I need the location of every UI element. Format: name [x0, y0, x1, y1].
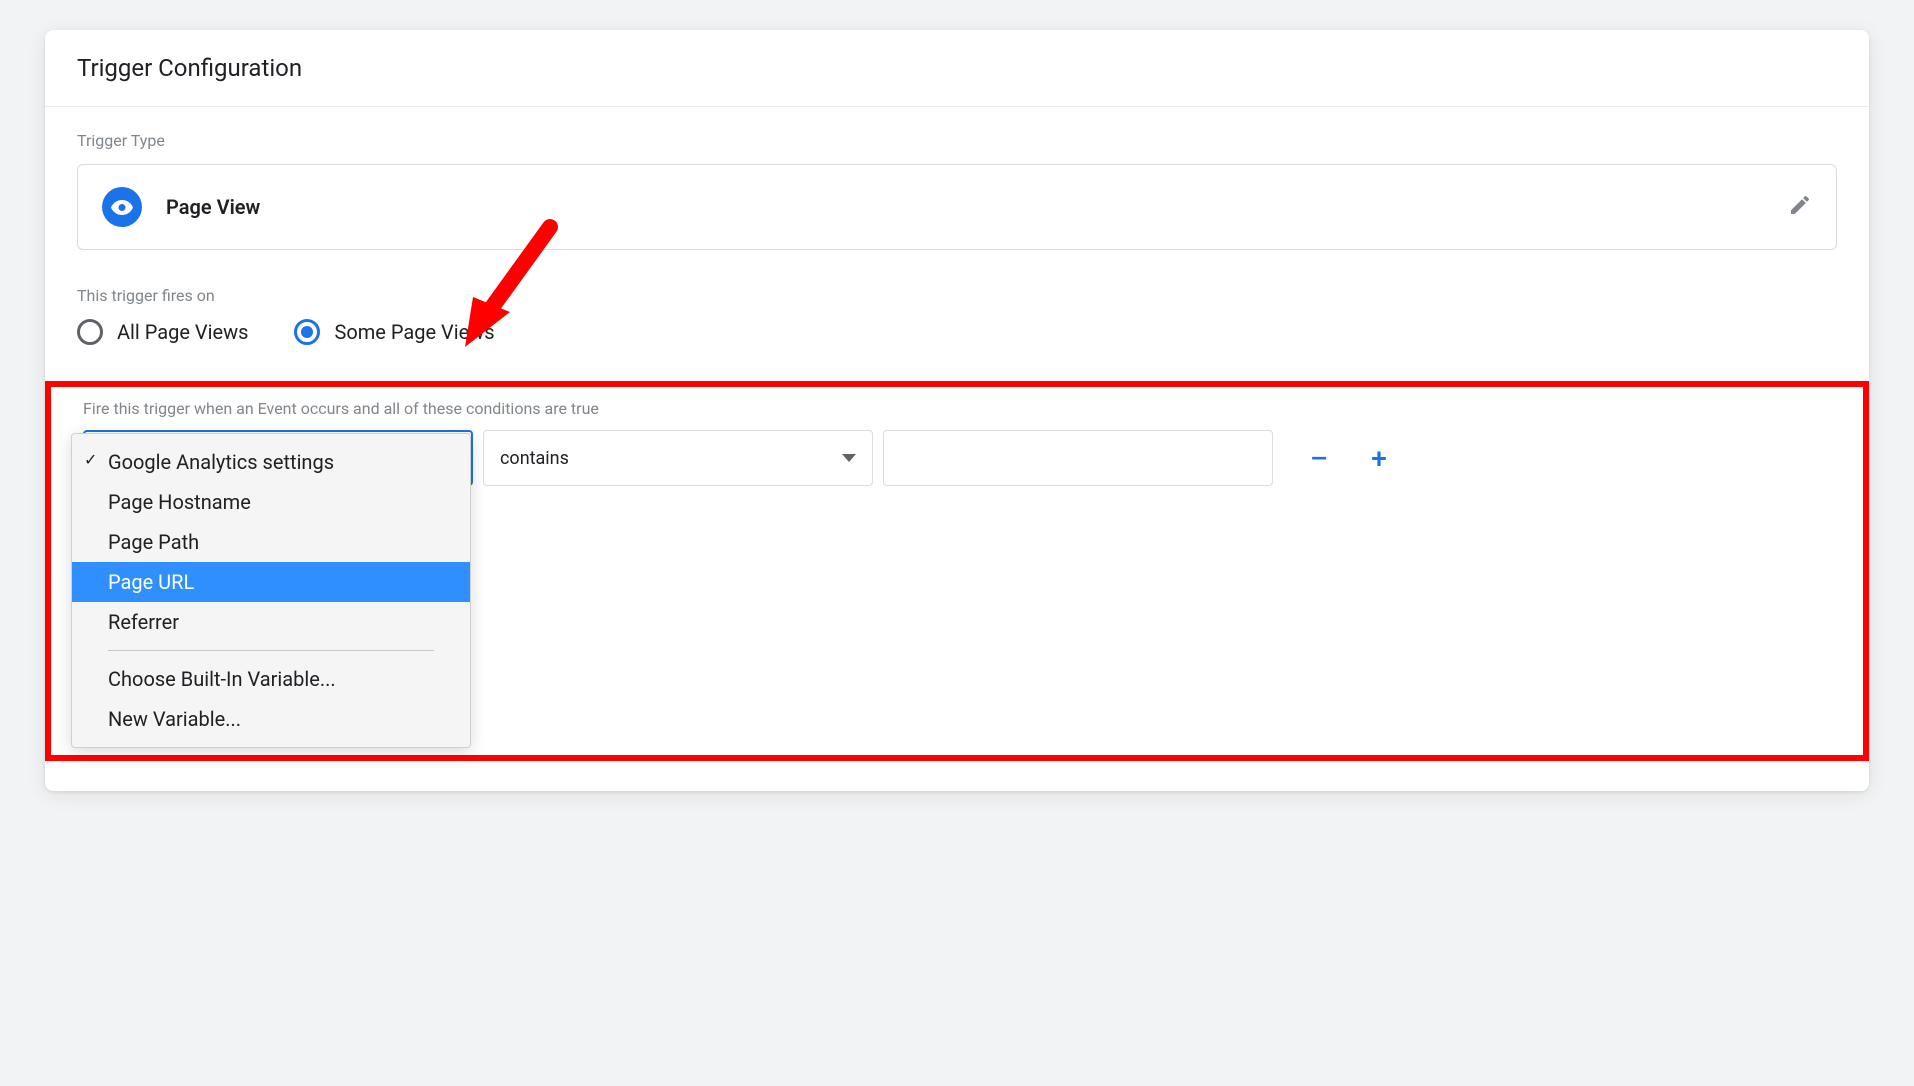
radio-some-page-views[interactable]: Some Page Views: [294, 319, 494, 345]
radio-all-page-views[interactable]: All Page Views: [77, 319, 248, 345]
radio-label-all: All Page Views: [117, 320, 248, 344]
condition-row-actions: – +: [1303, 442, 1395, 475]
chevron-down-icon: [842, 454, 856, 462]
fires-on-label: This trigger fires on: [77, 286, 1837, 305]
dropdown-item-choose-builtin[interactable]: Choose Built-In Variable...: [72, 659, 470, 699]
remove-condition-button[interactable]: –: [1303, 442, 1335, 475]
add-condition-button[interactable]: +: [1363, 442, 1395, 475]
fires-on-radio-group: All Page Views Some Page Views: [77, 319, 1837, 345]
card-header: Trigger Configuration: [45, 30, 1869, 107]
dropdown-divider: [108, 650, 434, 651]
variable-dropdown-menu: Google Analytics settings Page Hostname …: [71, 433, 471, 748]
card-body: Trigger Type Page View This trigger fire…: [45, 107, 1869, 791]
radio-unchecked-icon: [77, 319, 103, 345]
trigger-type-label: Trigger Type: [77, 131, 1837, 150]
dropdown-item-referrer[interactable]: Referrer: [72, 602, 470, 642]
dropdown-item-new-variable[interactable]: New Variable...: [72, 699, 470, 739]
conditions-label: Fire this trigger when an Event occurs a…: [83, 399, 1831, 418]
trigger-config-card: Trigger Configuration Trigger Type Page …: [45, 30, 1869, 791]
dropdown-item-page-path[interactable]: Page Path: [72, 522, 470, 562]
dropdown-item-google-analytics-settings[interactable]: Google Analytics settings: [72, 442, 470, 482]
dropdown-item-page-url[interactable]: Page URL: [72, 562, 470, 602]
operator-select-value: contains: [500, 448, 569, 469]
conditions-highlight-box: Fire this trigger when an Event occurs a…: [45, 381, 1869, 761]
dropdown-item-page-hostname[interactable]: Page Hostname: [72, 482, 470, 522]
edit-trigger-type-button[interactable]: [1788, 193, 1812, 221]
operator-select[interactable]: contains: [483, 430, 873, 486]
card-title: Trigger Configuration: [77, 54, 1837, 82]
radio-checked-icon: [294, 319, 320, 345]
condition-value-input[interactable]: [883, 430, 1273, 486]
radio-label-some: Some Page Views: [334, 320, 494, 344]
eye-icon: [102, 187, 142, 227]
trigger-type-box[interactable]: Page View: [77, 164, 1837, 250]
trigger-type-value: Page View: [166, 195, 1764, 219]
